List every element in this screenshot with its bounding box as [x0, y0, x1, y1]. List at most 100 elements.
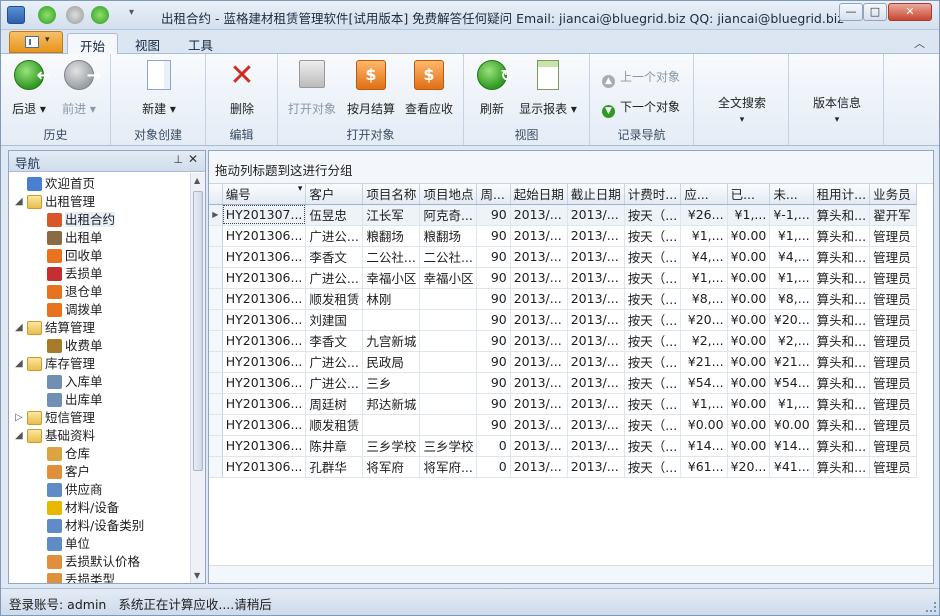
table-cell[interactable]: ¥1,...	[680, 267, 728, 289]
table-cell[interactable]: ¥0.00	[769, 414, 814, 436]
table-cell[interactable]: ¥0.00	[727, 372, 771, 394]
table-cell[interactable]: 按天（...	[624, 456, 682, 478]
table-cell[interactable]: 管理员	[869, 456, 917, 478]
resize-grip[interactable]	[926, 602, 936, 612]
table-cell[interactable]: 算头和...	[813, 225, 871, 247]
table-cell[interactable]: 2013/...	[567, 372, 625, 394]
table-cell[interactable]: ¥20...	[769, 309, 814, 331]
column-header[interactable]: 应...	[680, 184, 728, 205]
table-cell[interactable]: HY201306...	[222, 456, 307, 478]
table-cell[interactable]	[419, 288, 478, 310]
nav-item[interactable]: 材料/设备	[47, 499, 119, 517]
forward-button[interactable]: → 前进 ▾	[59, 60, 102, 120]
table-cell[interactable]: ¥0.00	[680, 414, 728, 436]
table-row[interactable]: HY201306... 陈井章 三乡学校 三乡学校 0 2013/... 2013/... 按…	[209, 435, 933, 457]
expand-toggle-icon[interactable]: ▷	[15, 409, 25, 427]
prev-object-button[interactable]: ▲ 上一个对象	[602, 68, 680, 88]
table-row[interactable]: HY201306... 李香文 九宫新城 90 2013/... 2013/... 按天（.…	[209, 330, 933, 352]
table-cell[interactable]: 2013/...	[510, 267, 568, 289]
table-cell[interactable]: 李香文	[305, 330, 364, 352]
nav-item[interactable]: 仓库	[47, 445, 90, 463]
table-cell[interactable]: ¥2,...	[769, 330, 814, 352]
table-cell[interactable]	[419, 372, 478, 394]
table-cell[interactable]: 广进公...	[305, 372, 364, 394]
column-header[interactable]: 编号 ▾	[222, 184, 307, 205]
table-cell[interactable]	[419, 414, 478, 436]
nav-scrollbar[interactable]: ▲ ▼	[190, 173, 205, 583]
table-cell[interactable]: 按天（...	[624, 267, 682, 289]
table-cell[interactable]: 90	[476, 288, 511, 310]
table-cell[interactable]: 2013/...	[567, 288, 625, 310]
table-cell[interactable]: 90	[476, 393, 511, 415]
table-row[interactable]: HY201306... 广进公... 三乡 90 2013/... 2013/... 按天（…	[209, 372, 933, 394]
open-object-button[interactable]: 打开对象	[286, 60, 338, 120]
table-cell[interactable]: ¥0.00	[727, 267, 771, 289]
column-header[interactable]: 未...	[769, 184, 814, 205]
table-cell[interactable]: 顺发租赁	[305, 414, 364, 436]
column-header[interactable]: 截止日期	[567, 184, 625, 205]
row-indicator[interactable]	[209, 435, 223, 457]
table-cell[interactable]: 管理员	[869, 267, 917, 289]
table-cell[interactable]: HY201306...	[222, 246, 307, 268]
table-row[interactable]: HY201306... 顺发租赁 90 2013/... 2013/... 按天（... ¥…	[209, 414, 933, 436]
table-cell[interactable]: 2013/...	[510, 204, 568, 226]
table-cell[interactable]: 0	[476, 435, 511, 457]
expand-toggle-icon[interactable]: ◢	[15, 319, 25, 337]
maximize-button[interactable]: □	[863, 3, 887, 21]
table-cell[interactable]: 算头和...	[813, 204, 871, 226]
table-cell[interactable]: 2013/...	[510, 225, 568, 247]
table-cell[interactable]: 2013/...	[567, 225, 625, 247]
nav-item[interactable]: ◢ 结算管理	[15, 319, 95, 337]
table-cell[interactable]: 2013/...	[567, 456, 625, 478]
table-cell[interactable]: 翟开军	[869, 204, 917, 226]
new-button[interactable]: 新建 ▾	[133, 60, 185, 120]
table-cell[interactable]: 按天（...	[624, 351, 682, 373]
table-cell[interactable]: 周廷树	[305, 393, 364, 415]
table-cell[interactable]: HY201306...	[222, 351, 307, 373]
table-row[interactable]: HY201306... 顺发租赁 林刚 90 2013/... 2013/... 按天（..…	[209, 288, 933, 310]
back-button[interactable]: ← 后退 ▾	[11, 60, 52, 120]
table-cell[interactable]	[419, 309, 478, 331]
nav-item[interactable]: 单位	[47, 535, 90, 553]
nav-item[interactable]: 出租单	[47, 229, 103, 247]
table-cell[interactable]: 阿克奇...	[419, 204, 478, 226]
table-cell[interactable]: 2013/...	[567, 246, 625, 268]
table-cell[interactable]: 粮翻场	[362, 225, 421, 247]
row-indicator[interactable]	[209, 351, 223, 373]
table-row[interactable]: HY201306... 孔群华 将军府 将军府... 0 2013/... 2013/...…	[209, 456, 933, 478]
table-cell[interactable]: 2013/...	[567, 435, 625, 457]
table-cell[interactable]: ¥8,...	[769, 288, 814, 310]
table-cell[interactable]: 按天（...	[624, 225, 682, 247]
row-indicator[interactable]	[209, 372, 223, 394]
table-cell[interactable]: HY201306...	[222, 435, 307, 457]
table-cell[interactable]: ¥1,...	[769, 393, 814, 415]
table-cell[interactable]: ¥0.00	[727, 351, 771, 373]
column-header[interactable]: 起始日期	[510, 184, 568, 205]
nav-item[interactable]: 丢损默认价格	[47, 553, 140, 571]
table-row[interactable]: HY201306... 刘建国 90 2013/... 2013/... 按天（... ¥2…	[209, 309, 933, 331]
table-cell[interactable]: 2013/...	[567, 414, 625, 436]
column-header[interactable]: 已...	[727, 184, 771, 205]
table-cell[interactable]: 管理员	[869, 435, 917, 457]
table-cell[interactable]: 管理员	[869, 393, 917, 415]
table-cell[interactable]	[419, 351, 478, 373]
table-cell[interactable]: 管理员	[869, 288, 917, 310]
table-cell[interactable]: ¥0.00	[727, 288, 771, 310]
table-cell[interactable]: 广进公...	[305, 225, 364, 247]
table-cell[interactable]: HY201306...	[222, 330, 307, 352]
table-cell[interactable]: 陈井章	[305, 435, 364, 457]
table-cell[interactable]: 2013/...	[567, 330, 625, 352]
table-cell[interactable]: 2013/...	[567, 267, 625, 289]
row-indicator[interactable]	[209, 309, 223, 331]
table-cell[interactable]: ¥2,...	[680, 330, 728, 352]
table-cell[interactable]: 2013/...	[510, 351, 568, 373]
table-cell[interactable]: ¥61...	[680, 456, 728, 478]
expand-toggle-icon[interactable]: ◢	[15, 193, 25, 211]
table-cell[interactable]: 粮翻场	[419, 225, 478, 247]
table-cell[interactable]: HY201307...	[222, 204, 307, 226]
table-cell[interactable]: 顺发租赁	[305, 288, 364, 310]
refresh-quick-icon[interactable]	[38, 6, 56, 24]
nav-item[interactable]: 出库单	[47, 391, 103, 409]
column-header[interactable]: 项目名称	[362, 184, 421, 205]
table-cell[interactable]: 90	[476, 330, 511, 352]
